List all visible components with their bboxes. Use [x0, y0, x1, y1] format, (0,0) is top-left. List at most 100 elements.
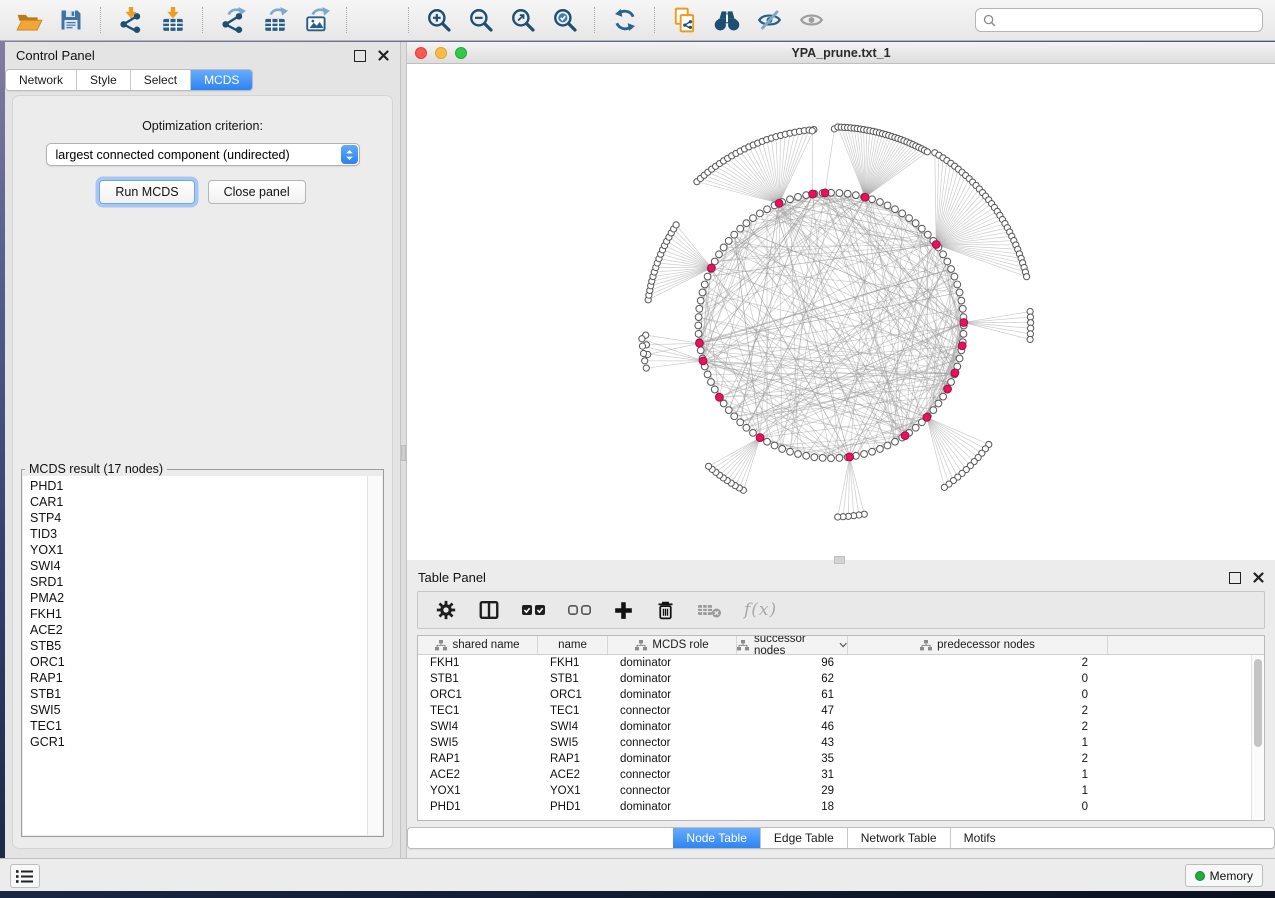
export-table-button[interactable] — [256, 3, 294, 37]
zoom-fit-button[interactable] — [504, 3, 542, 37]
mcds-result-item[interactable]: ACE2 — [30, 622, 368, 638]
tab-mcds[interactable]: MCDS — [190, 70, 252, 90]
close-panel-button[interactable]: Close panel — [208, 180, 306, 204]
mcds-result-item[interactable]: STB1 — [30, 686, 368, 702]
splitter-grip-icon[interactable] — [834, 556, 845, 564]
column-header-mcds-role[interactable]: MCDS role — [608, 636, 737, 654]
run-mcds-button[interactable]: Run MCDS — [99, 180, 194, 204]
export-image-button[interactable] — [298, 3, 336, 37]
mcds-result-item[interactable]: GCR1 — [30, 734, 368, 750]
apply-layout-button[interactable] — [606, 3, 644, 37]
delete-column-button[interactable] — [655, 599, 676, 621]
control-tabs: NetworkStyleSelectMCDS — [5, 69, 253, 91]
table-row[interactable]: SWI4SWI4dominator462 — [418, 719, 1264, 735]
mcds-result-item[interactable]: STB5 — [30, 638, 368, 654]
mcds-result-item[interactable]: SWI4 — [30, 558, 368, 574]
network-canvas[interactable] — [407, 64, 1275, 560]
table-row[interactable]: YOX1YOX1connector291 — [418, 783, 1264, 799]
toolbar-separator — [346, 7, 348, 33]
save-session-button[interactable] — [52, 3, 90, 37]
table-cell: 1 — [848, 769, 1108, 781]
mcds-result-item[interactable]: SRD1 — [30, 574, 368, 590]
main-area: YPA_prune.txt_1 Table Panel — [407, 42, 1275, 858]
column-header-name[interactable]: name — [538, 636, 608, 654]
table-tab-network-table[interactable]: Network Table — [847, 828, 950, 848]
splitter-grip-icon[interactable] — [401, 445, 406, 461]
table-row[interactable]: SWI5SWI5connector431 — [418, 735, 1264, 751]
mcds-result-item[interactable]: RAP1 — [30, 670, 368, 686]
float-panel-icon[interactable] — [354, 50, 366, 62]
hide-selected-button[interactable] — [750, 3, 788, 37]
table-cell: SWI5 — [538, 737, 608, 749]
import-network-button[interactable] — [112, 3, 150, 37]
mcds-result-list[interactable]: PHD1CAR1STP4TID3YOX1SWI4SRD1PMA2FKH1ACE2… — [23, 476, 368, 835]
vertical-splitter[interactable] — [400, 42, 407, 858]
table-row[interactable]: RAP1RAP1dominator352 — [418, 751, 1264, 767]
toggle-panel-columns-button[interactable] — [478, 599, 500, 621]
column-header-successor-nodes[interactable]: successor nodes — [737, 636, 848, 654]
table-cell: 2 — [848, 705, 1108, 717]
scrollbar-thumb[interactable] — [1254, 659, 1262, 747]
function-builder-button[interactable]: f(x) — [744, 600, 777, 620]
mcds-result-item[interactable]: PMA2 — [30, 590, 368, 606]
deselect-all-button[interactable] — [567, 601, 592, 619]
column-type-icon — [635, 640, 647, 651]
criterion-dropdown[interactable]: largest connected component (undirected) — [46, 143, 360, 166]
network-titlebar[interactable]: YPA_prune.txt_1 — [407, 42, 1275, 64]
table-settings-button[interactable] — [435, 599, 457, 621]
tab-style[interactable]: Style — [76, 70, 130, 90]
close-window-icon[interactable] — [415, 47, 427, 59]
tab-select[interactable]: Select — [130, 70, 190, 90]
table-tab-motifs[interactable]: Motifs — [950, 828, 1009, 848]
search-input[interactable] — [1001, 13, 1255, 27]
table-tab-edge-table[interactable]: Edge Table — [760, 828, 847, 848]
automation-panel-button[interactable] — [10, 864, 40, 888]
memory-label: Memory — [1210, 869, 1253, 883]
table-cell: YOX1 — [538, 785, 608, 797]
float-panel-icon[interactable] — [1229, 572, 1241, 584]
table-row[interactable]: ACE2ACE2connector311 — [418, 767, 1264, 783]
search-box[interactable] — [975, 8, 1263, 32]
network-graph[interactable] — [407, 64, 1275, 560]
add-column-button[interactable] — [613, 600, 634, 621]
export-network-button[interactable] — [214, 3, 252, 37]
mcds-result-item[interactable]: SWI5 — [30, 702, 368, 718]
minimize-window-icon[interactable] — [435, 47, 447, 59]
import-table-button[interactable] — [154, 3, 192, 37]
mcds-result-item[interactable]: CAR1 — [30, 494, 368, 510]
search-network-button[interactable] — [708, 3, 746, 37]
mcds-result-item[interactable]: FKH1 — [30, 606, 368, 622]
delete-table-button[interactable] — [697, 601, 723, 619]
network-document-button[interactable] — [666, 3, 704, 37]
table-row[interactable]: ORC1ORC1dominator610 — [418, 687, 1264, 703]
table-row[interactable]: FKH1FKH1dominator962 — [418, 655, 1264, 671]
mcds-result-item[interactable]: YOX1 — [30, 542, 368, 558]
mcds-result-item[interactable]: TID3 — [30, 526, 368, 542]
table-tab-node-table[interactable]: Node Table — [673, 828, 760, 848]
close-panel-icon[interactable] — [378, 50, 389, 61]
maximize-window-icon[interactable] — [455, 47, 467, 59]
zoom-in-icon — [426, 7, 452, 33]
close-panel-icon[interactable] — [1253, 572, 1264, 583]
open-session-button[interactable] — [10, 3, 48, 37]
mcds-result-item[interactable]: TEC1 — [30, 718, 368, 734]
memory-button[interactable]: Memory — [1185, 864, 1263, 887]
result-scrollbar[interactable] — [367, 476, 382, 835]
table-header-row: shared namenameMCDS rolesuccessor nodesp… — [418, 636, 1264, 655]
mcds-result-item[interactable]: PHD1 — [30, 478, 368, 494]
column-header-predecessor-nodes[interactable]: predecessor nodes — [848, 636, 1108, 654]
show-all-button[interactable] — [792, 3, 830, 37]
tab-network[interactable]: Network — [6, 70, 76, 90]
zoom-in-button[interactable] — [420, 3, 458, 37]
select-all-button[interactable] — [521, 601, 546, 619]
mcds-result-item[interactable]: STP4 — [30, 510, 368, 526]
table-row[interactable]: PHD1PHD1dominator180 — [418, 799, 1264, 815]
zoom-out-button[interactable] — [462, 3, 500, 37]
table-row[interactable]: TEC1TEC1connector472 — [418, 703, 1264, 719]
mcds-result-item[interactable]: ORC1 — [30, 654, 368, 670]
table-scrollbar[interactable] — [1251, 655, 1264, 820]
table-cell: 96 — [737, 657, 848, 669]
table-row[interactable]: STB1STB1dominator620 — [418, 671, 1264, 687]
zoom-selected-button[interactable] — [546, 3, 584, 37]
column-header-shared-name[interactable]: shared name — [418, 636, 538, 654]
